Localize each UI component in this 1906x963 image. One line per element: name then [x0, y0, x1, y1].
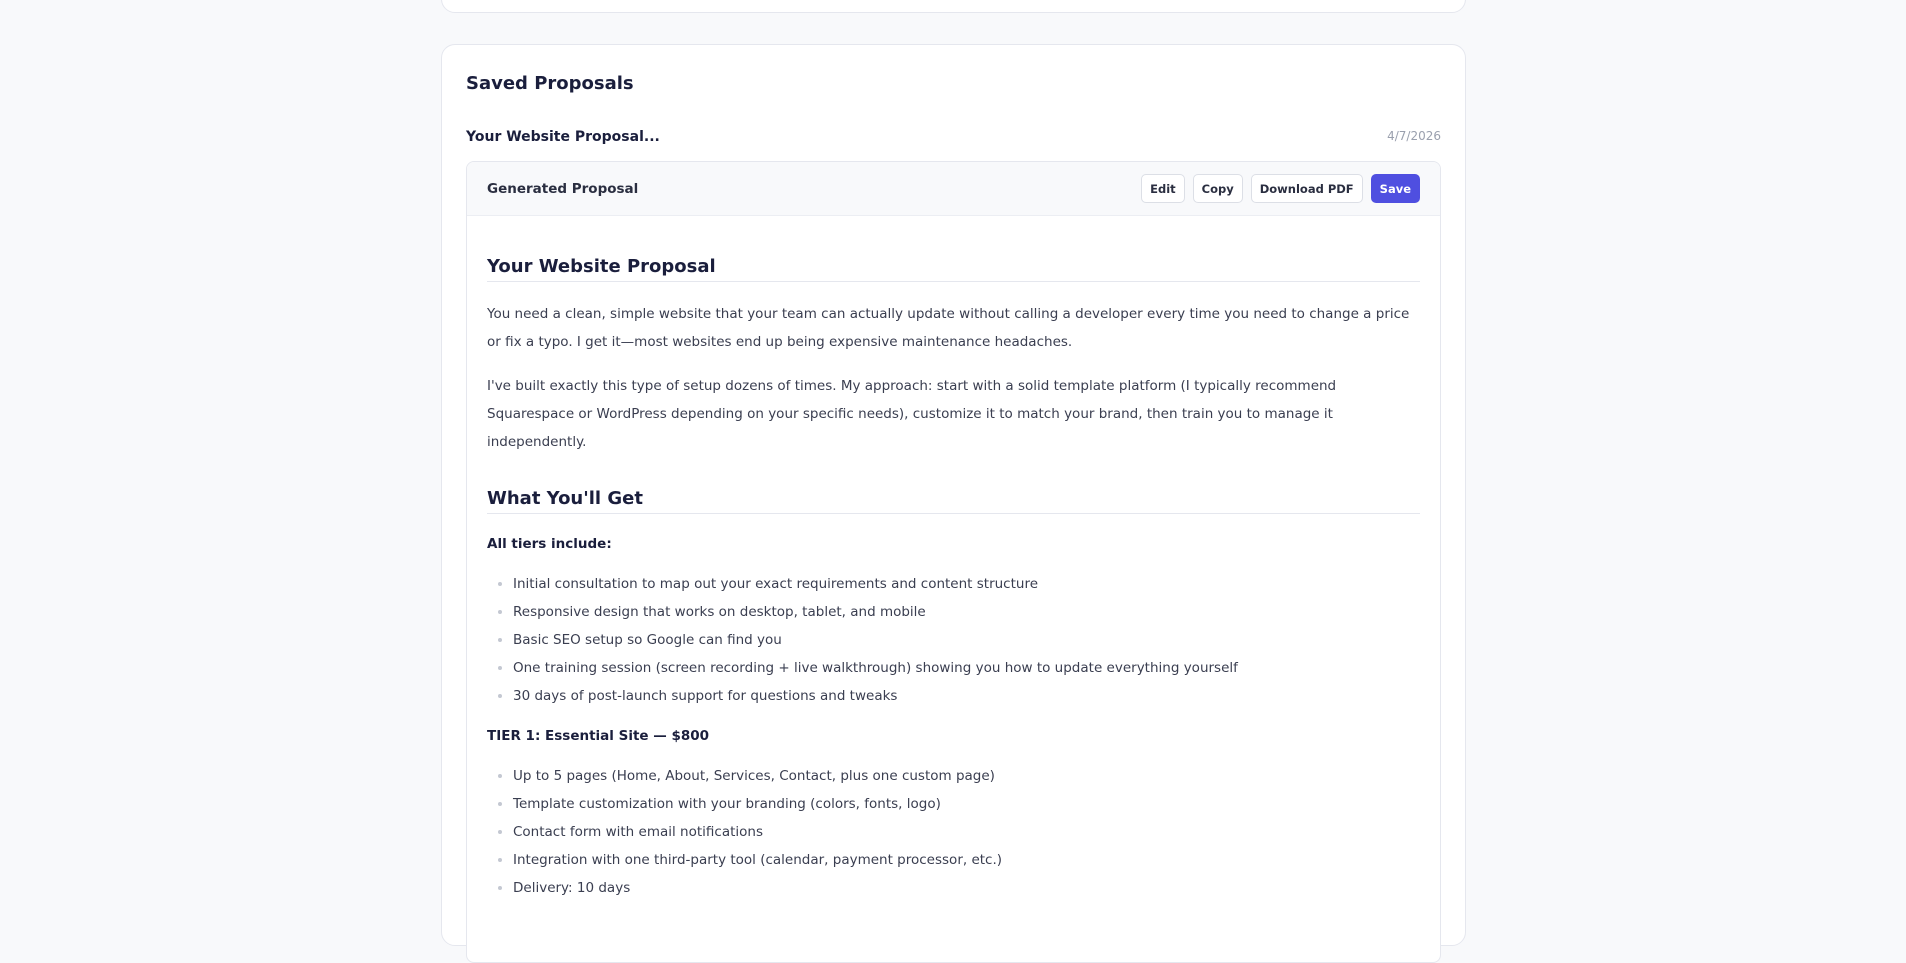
proposal-panel-header: Generated Proposal Edit Copy Download PD…	[467, 162, 1440, 216]
proposal-panel-title: Generated Proposal	[487, 180, 639, 197]
list-item: Integration with one third-party tool (c…	[513, 846, 1420, 874]
proposal-heading: What You'll Get	[487, 488, 1420, 514]
list-item: 30 days of post-launch support for quest…	[513, 682, 1420, 710]
list-item: Responsive design that works on desktop,…	[513, 598, 1420, 626]
proposal-actions: Edit Copy Download PDF Save	[1141, 174, 1420, 203]
proposal-content: Your Website Proposal You need a clean, …	[467, 216, 1440, 902]
save-button[interactable]: Save	[1370, 174, 1420, 203]
list-item: Delivery: 10 days	[513, 874, 1420, 902]
proposal-heading: Your Website Proposal	[487, 256, 1420, 282]
all-tiers-list: Initial consultation to map out your exa…	[487, 570, 1420, 710]
list-item: Contact form with email notifications	[513, 818, 1420, 846]
previous-card	[441, 0, 1466, 13]
list-item: Initial consultation to map out your exa…	[513, 570, 1420, 598]
download-pdf-button[interactable]: Download PDF	[1250, 174, 1363, 203]
list-item: Basic SEO setup so Google can find you	[513, 626, 1420, 654]
saved-proposal-date: 4/7/2026	[1387, 129, 1441, 143]
saved-proposals-card: Saved Proposals Your Website Proposal...…	[441, 44, 1466, 963]
proposal-paragraph: You need a clean, simple website that yo…	[487, 306, 1410, 350]
list-item: Up to 5 pages (Home, About, Services, Co…	[513, 762, 1420, 790]
all-tiers-label: All tiers include:	[487, 536, 612, 552]
proposal-panel: Generated Proposal Edit Copy Download PD…	[466, 161, 1441, 963]
copy-button[interactable]: Copy	[1192, 174, 1243, 203]
edit-button[interactable]: Edit	[1141, 174, 1185, 203]
section-title: Saved Proposals	[466, 73, 634, 94]
tier1-list: Up to 5 pages (Home, About, Services, Co…	[487, 762, 1420, 902]
list-item: Template customization with your brandin…	[513, 790, 1420, 818]
proposal-paragraph: I've built exactly this type of setup do…	[487, 378, 1337, 450]
saved-proposal-name[interactable]: Your Website Proposal...	[466, 129, 660, 145]
list-item: One training session (screen recording +…	[513, 654, 1420, 682]
tier1-label: TIER 1: Essential Site — $800	[487, 728, 710, 744]
